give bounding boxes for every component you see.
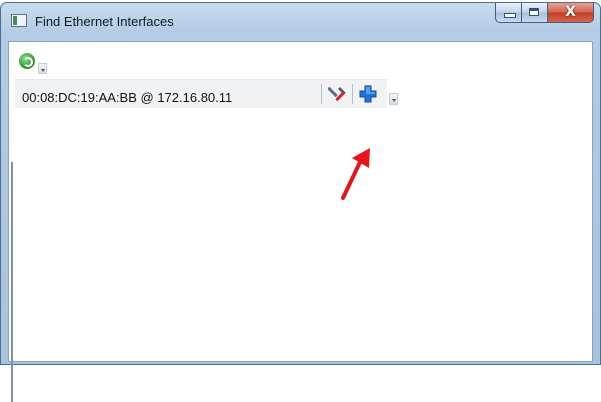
row-separator [321,84,322,104]
maximize-icon [529,8,539,16]
caption-buttons: X [495,3,594,25]
panel-edge [11,162,13,402]
toolbar-overflow-dropdown[interactable] [38,63,47,74]
interface-label: 00:08:DC:19:AA:BB @ 172.16.80.11 [22,90,233,105]
app-window: Find Ethernet Interfaces X 00:08:DC:19:A… [0,2,601,402]
app-icon [11,14,27,27]
close-button[interactable]: X [548,3,594,23]
title-bar[interactable]: Find Ethernet Interfaces X [1,3,600,37]
interface-list-panel: 00:08:DC:19:AA:BB @ 172.16.80.11 [8,41,593,402]
maximize-button[interactable] [522,3,548,23]
minimize-button[interactable] [495,3,522,23]
annotation-arrow [341,148,370,200]
row-overflow-dropdown[interactable] [389,93,398,105]
window-title: Find Ethernet Interfaces [35,14,174,29]
plus-icon[interactable] [359,85,377,103]
row-separator [352,84,353,104]
refresh-icon[interactable] [19,53,35,69]
tools-icon[interactable] [328,85,346,103]
close-icon: X [565,4,576,20]
minimize-icon [504,13,516,18]
